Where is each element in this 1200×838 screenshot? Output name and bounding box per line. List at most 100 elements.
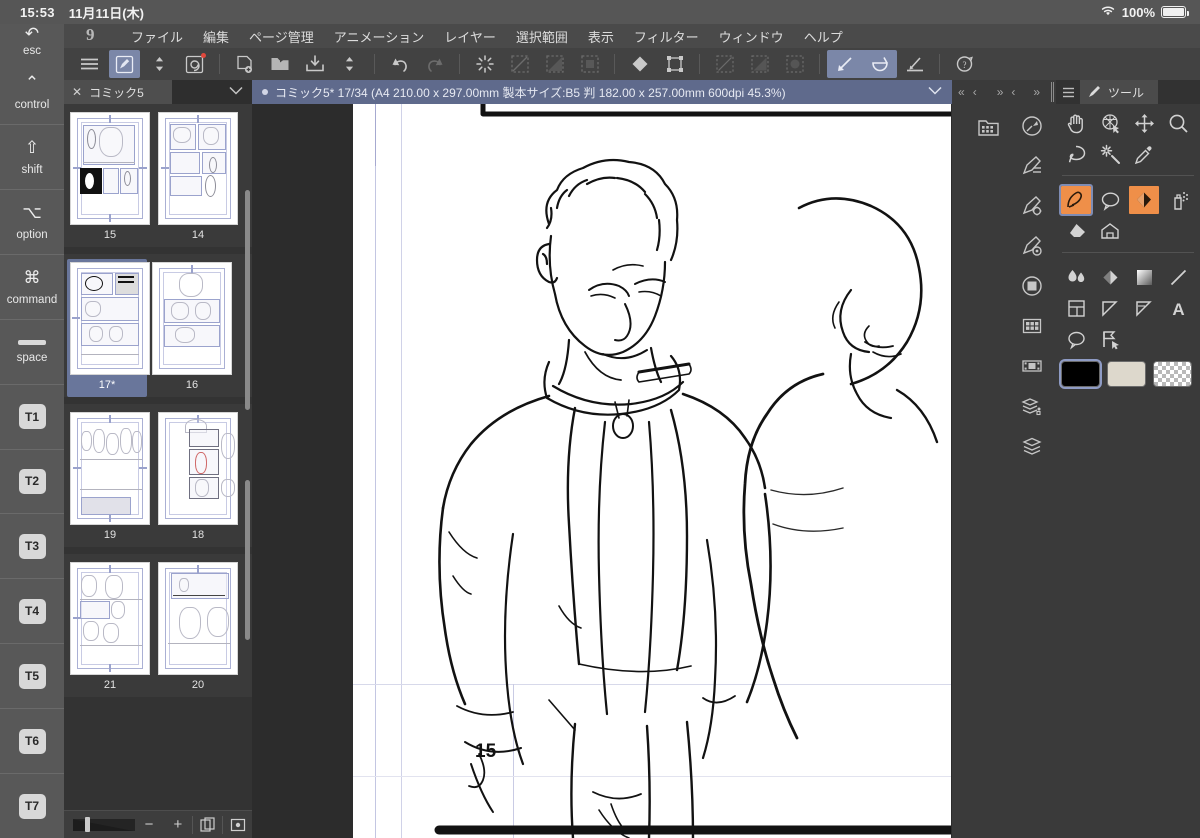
navigator-icon[interactable] (1012, 106, 1052, 146)
open-folder-icon[interactable] (264, 50, 295, 78)
collapse-all-icon[interactable]: « (956, 85, 967, 99)
rail-key-space[interactable]: space (0, 320, 64, 385)
menu-item-view[interactable]: 表示 (578, 27, 624, 46)
duplicate-page-icon[interactable] (193, 811, 222, 838)
marker-tool-icon[interactable] (1129, 186, 1159, 214)
menu-item-window[interactable]: ウィンドウ (709, 27, 794, 46)
menu-item-page-management[interactable]: ページ管理 (239, 27, 324, 46)
magic-wand-tool-icon[interactable] (1093, 139, 1127, 170)
thumbnail-zoom-out-button[interactable]: − (135, 811, 164, 838)
airbrush-tool-icon[interactable] (1161, 185, 1195, 216)
chevron-down-icon[interactable] (928, 86, 942, 98)
page-thumbnail-14[interactable]: 14 (158, 112, 238, 247)
move-tool-icon[interactable] (1127, 108, 1161, 139)
rail-key-t1[interactable]: T1 (0, 385, 64, 450)
layer-icon[interactable] (1012, 426, 1052, 466)
balloon-tail-tool-icon[interactable] (1059, 324, 1093, 355)
page-thumbnail-18[interactable]: 18 (158, 412, 238, 547)
page-thumbnail-list[interactable]: 15 14 17* 16 19 18 21 20 (64, 104, 252, 810)
rail-key-t7[interactable]: T7 (0, 774, 64, 838)
transparent-color-swatch[interactable] (1153, 361, 1192, 387)
save-icon[interactable] (299, 50, 330, 78)
lasso-select-tool-icon[interactable] (1059, 139, 1093, 170)
grip-icon[interactable] (1051, 82, 1055, 102)
ruler-snap-grid-icon[interactable] (744, 50, 775, 78)
ruler-snap-special-icon[interactable] (779, 50, 810, 78)
gradient-tool-icon[interactable] (1127, 262, 1161, 293)
select-all-icon[interactable] (504, 50, 535, 78)
document-tab[interactable]: コミック5* 17/34 (A4 210.00 x 297.00mm 製本サイズ… (252, 80, 952, 104)
page-panel-scrollbar[interactable] (245, 190, 250, 410)
thumbnail-zoom-in-button[interactable]: + (163, 811, 192, 838)
text-tool-icon[interactable]: A (1161, 293, 1195, 324)
tab-tool[interactable]: ツール (1080, 80, 1159, 104)
brush-size-icon[interactable] (1012, 226, 1052, 266)
main-color-swatch[interactable] (1059, 359, 1102, 389)
rail-key-control[interactable]: ⌃ control (0, 60, 64, 125)
menu-item-edit[interactable]: 編集 (193, 27, 239, 46)
zoom-tool-icon[interactable] (1161, 108, 1195, 139)
snap-to-guide-icon[interactable] (899, 50, 930, 78)
blend-tool-icon[interactable] (1059, 262, 1093, 293)
rail-key-t2[interactable]: T2 (0, 450, 64, 515)
swirl-material-icon[interactable] (179, 50, 210, 78)
decoration-tool-icon[interactable] (1093, 216, 1127, 247)
eyedropper-tool-icon[interactable] (1127, 139, 1161, 170)
page-thumbnail-15[interactable]: 15 (70, 112, 150, 247)
close-icon[interactable]: ✕ (72, 85, 82, 99)
help-icon[interactable]: ? (949, 50, 980, 78)
menu-item-layer[interactable]: レイヤー (434, 27, 506, 46)
fill-selection-icon[interactable] (574, 50, 605, 78)
page-thumbnail-20[interactable]: 20 (158, 562, 238, 697)
redo-icon[interactable] (419, 50, 450, 78)
balloon-tool-icon[interactable] (1093, 185, 1127, 216)
timeline-icon[interactable] (1012, 346, 1052, 386)
sub-color-swatch[interactable] (1107, 361, 1146, 387)
rail-key-t5[interactable]: T5 (0, 644, 64, 710)
expand-icon[interactable]: ‹ (1009, 85, 1017, 99)
page-thumbnail-17-active[interactable]: 17* (67, 259, 150, 397)
tool-property-icon[interactable] (1012, 186, 1052, 226)
brush-settings-icon[interactable] (109, 50, 140, 78)
chevron-updown-icon[interactable] (144, 50, 175, 78)
material-palette-icon[interactable] (968, 106, 1008, 146)
menu-item-help[interactable]: ヘルプ (794, 27, 853, 46)
thumbnail-size-slider[interactable] (73, 817, 135, 832)
page-thumbnail-19[interactable]: 19 (70, 412, 150, 547)
fill-tool-icon[interactable] (1093, 262, 1127, 293)
chevron-updown-save-icon[interactable] (334, 50, 365, 78)
page-panel-scrollbar-secondary[interactable] (245, 480, 250, 640)
deselect-icon[interactable] (469, 50, 500, 78)
hamburger-menu-icon[interactable] (74, 50, 105, 78)
hand-tool-icon[interactable] (1059, 108, 1093, 139)
undo-icon[interactable] (384, 50, 415, 78)
rail-key-t4[interactable]: T4 (0, 579, 64, 645)
rail-key-esc[interactable]: ↶ esc (0, 24, 64, 60)
transform-icon[interactable] (659, 50, 690, 78)
snap-to-ruler-icon[interactable] (829, 50, 860, 78)
figure-tool-icon[interactable] (1161, 262, 1195, 293)
page-thumbnail-21[interactable]: 21 (70, 562, 150, 697)
document-canvas[interactable]: 15 (353, 104, 951, 838)
fill-icon[interactable] (624, 50, 655, 78)
expand-right-icon[interactable]: » (1031, 85, 1042, 99)
page-settings-icon[interactable] (223, 811, 252, 838)
subtool-detail-icon[interactable] (1012, 146, 1052, 186)
canvas-area[interactable]: コミック5* 17/34 (A4 210.00 x 297.00mm 製本サイズ… (252, 80, 952, 838)
rail-key-command[interactable]: ⌘ command (0, 255, 64, 320)
ruler-snap-off-icon[interactable] (709, 50, 740, 78)
perspective-ruler-tool-icon[interactable] (1127, 293, 1161, 324)
chevron-down-icon[interactable] (229, 86, 243, 98)
operation-tool-icon[interactable] (1093, 324, 1127, 355)
menu-item-file[interactable]: ファイル (121, 27, 193, 46)
clip-studio-paint-logo[interactable]: 9 (86, 25, 103, 48)
page-panel-tab[interactable]: ✕ コミック5 (64, 80, 172, 104)
collapse-icon[interactable]: ‹ (971, 85, 979, 99)
menu-item-filter[interactable]: フィルター (624, 27, 709, 46)
menu-item-animation[interactable]: アニメーション (324, 27, 434, 46)
rail-key-shift[interactable]: ⇧ shift (0, 125, 64, 190)
color-circle-icon[interactable] (1012, 266, 1052, 306)
expand-all-icon[interactable]: » (995, 85, 1006, 99)
rotate-tool-icon[interactable] (1093, 108, 1127, 139)
snap-to-curve-icon[interactable] (864, 50, 895, 78)
